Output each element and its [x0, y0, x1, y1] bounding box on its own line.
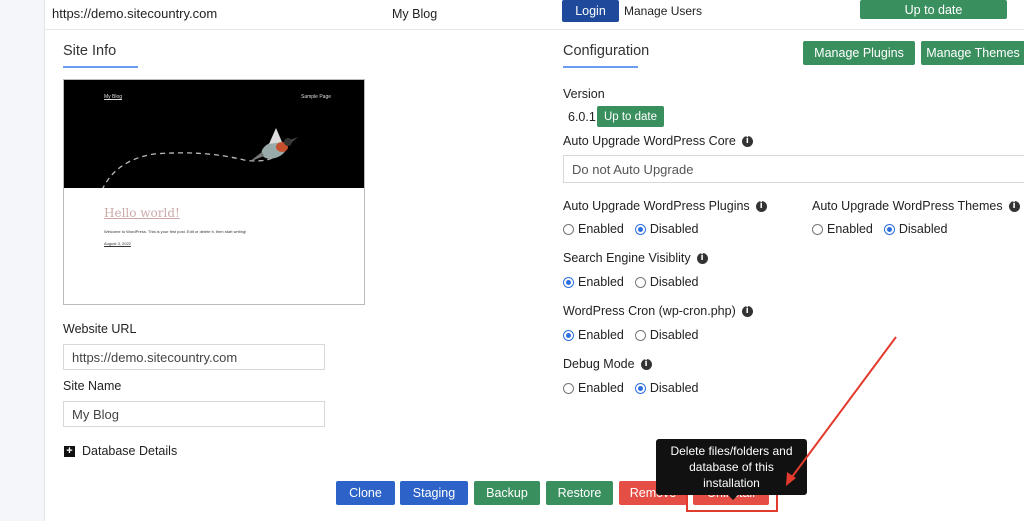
info-icon[interactable]: i — [696, 252, 708, 264]
auto-upgrade-core-label-row: Auto Upgrade WordPress Core i — [563, 134, 753, 148]
uninstall-tooltip: Delete files/folders and database of thi… — [656, 439, 807, 500]
backup-button[interactable]: Backup — [474, 481, 540, 505]
site-name-field[interactable]: My Blog — [63, 401, 325, 427]
cron-disabled-label: Disabled — [649, 328, 699, 342]
installation-blog-name: My Blog — [392, 7, 438, 21]
auto-upgrade-core-label: Auto Upgrade WordPress Core — [563, 134, 736, 148]
debug-disabled-label: Disabled — [649, 381, 699, 395]
installation-url[interactable]: https://demo.sitecountry.com — [52, 6, 217, 21]
debug-enabled-radio[interactable] — [563, 382, 574, 394]
debug-label: Debug Mode — [563, 357, 635, 371]
site-info-title: Site Info — [63, 43, 117, 59]
clone-button[interactable]: Clone — [336, 481, 395, 505]
search-enabled-label: Enabled — [578, 275, 624, 289]
up-to-date-status-button[interactable]: Up to date — [860, 0, 1007, 19]
version-label: Version — [563, 87, 605, 101]
plus-square-icon: + — [64, 445, 75, 457]
configuration-underline — [563, 66, 638, 68]
auto-upgrade-themes-label-row: Auto Upgrade WordPress Themes i — [812, 199, 1020, 213]
auto-upgrade-core-select[interactable]: Do not Auto Upgrade — [563, 155, 1024, 183]
cron-enabled-label: Enabled — [578, 328, 624, 342]
info-icon[interactable]: i — [755, 200, 767, 212]
themes-disabled-radio[interactable] — [883, 223, 895, 235]
info-icon[interactable]: i — [640, 358, 652, 370]
database-details-toggle[interactable]: + Database Details — [64, 444, 177, 458]
themes-enabled-radio[interactable] — [812, 223, 823, 235]
plugins-disabled-label: Disabled — [649, 222, 699, 236]
site-name-label: Site Name — [63, 379, 122, 393]
plugins-enabled-label: Enabled — [578, 222, 624, 236]
auto-upgrade-plugins-label: Auto Upgrade WordPress Plugins — [563, 199, 750, 213]
preview-post-excerpt: Welcome to WordPress. This is your first… — [104, 229, 247, 234]
search-engine-radios: Enabled Disabled — [563, 275, 710, 289]
cron-enabled-radio[interactable] — [563, 329, 574, 341]
info-icon[interactable]: i — [741, 135, 753, 147]
preview-post-title: Hello world! — [104, 206, 180, 220]
themes-disabled-label: Disabled — [898, 222, 948, 236]
staging-button[interactable]: Staging — [400, 481, 468, 505]
database-details-label: Database Details — [82, 444, 178, 458]
manage-users-link[interactable]: Manage Users — [624, 4, 702, 18]
debug-disabled-radio[interactable] — [634, 382, 646, 394]
tooltip-line-1: Delete files/folders and — [670, 444, 793, 458]
site-preview-thumbnail: My Blog Sample Page Hello world! Welcome… — [63, 79, 365, 305]
version-up-to-date-button[interactable]: Up to date — [597, 106, 664, 127]
debug-label-row: Debug Mode i — [563, 357, 652, 371]
manage-themes-button[interactable]: Manage Themes — [921, 41, 1024, 65]
auto-upgrade-themes-label: Auto Upgrade WordPress Themes — [812, 199, 1003, 213]
search-disabled-label: Disabled — [649, 275, 699, 289]
info-icon[interactable]: i — [1008, 200, 1020, 212]
login-button[interactable]: Login — [562, 0, 619, 22]
plugins-disabled-radio[interactable] — [634, 223, 646, 235]
search-disabled-radio[interactable] — [634, 276, 646, 288]
manage-plugins-button[interactable]: Manage Plugins — [803, 41, 915, 65]
cron-radios: Enabled Disabled — [563, 328, 710, 342]
restore-button[interactable]: Restore — [546, 481, 613, 505]
cron-label: WordPress Cron (wp-cron.php) — [563, 304, 736, 318]
debug-radios: Enabled Disabled — [563, 381, 710, 395]
debug-enabled-label: Enabled — [578, 381, 624, 395]
site-info-underline — [63, 66, 138, 68]
auto-upgrade-plugins-label-row: Auto Upgrade WordPress Plugins i — [563, 199, 767, 213]
cron-disabled-radio[interactable] — [634, 329, 646, 341]
auto-upgrade-plugins-radios: Enabled Disabled — [563, 222, 710, 236]
installation-panel: https://demo.sitecountry.com My Blog Log… — [44, 0, 1024, 521]
plugins-enabled-radio[interactable] — [563, 223, 574, 235]
website-url-field[interactable]: https://demo.sitecountry.com — [63, 344, 325, 370]
website-url-label: Website URL — [63, 322, 137, 336]
version-value: 6.0.1 — [568, 110, 596, 124]
cron-label-row: WordPress Cron (wp-cron.php) i — [563, 304, 753, 318]
auto-upgrade-themes-radios: Enabled Disabled — [812, 222, 959, 236]
installation-row: https://demo.sitecountry.com My Blog Log… — [45, 0, 1024, 30]
preview-hero: My Blog Sample Page — [64, 80, 364, 188]
search-engine-label: Search Engine Visiblity — [563, 251, 691, 265]
themes-enabled-label: Enabled — [827, 222, 873, 236]
info-icon[interactable]: i — [741, 305, 753, 317]
configuration-title: Configuration — [563, 43, 650, 59]
bird-illustration — [102, 128, 298, 188]
tooltip-line-2: database of this installation — [689, 460, 774, 490]
search-engine-label-row: Search Engine Visiblity i — [563, 251, 708, 265]
preview-post-date: August 3, 2022 — [104, 241, 131, 246]
search-enabled-radio[interactable] — [563, 276, 574, 288]
